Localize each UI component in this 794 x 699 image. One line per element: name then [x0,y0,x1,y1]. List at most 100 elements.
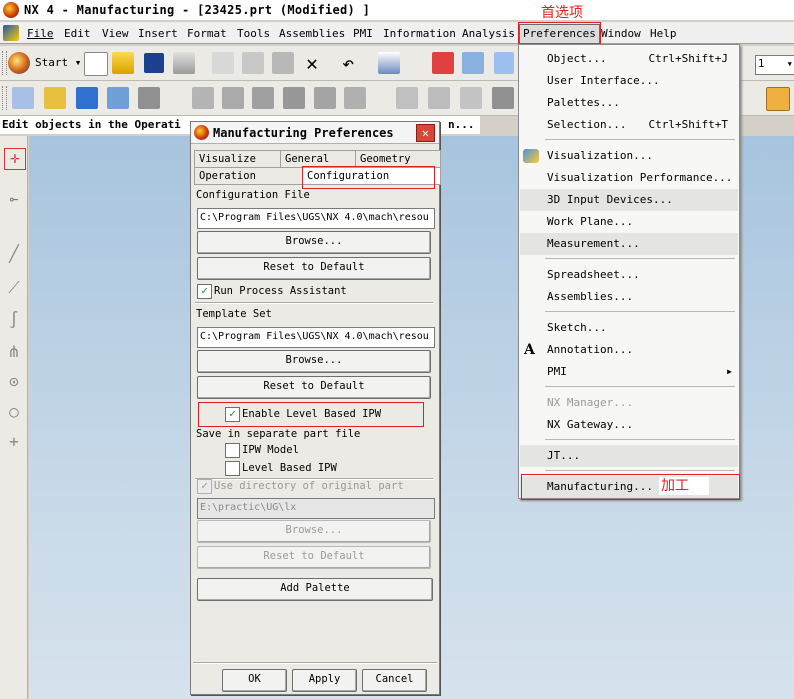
menu-item-measurement[interactable]: Measurement... [520,233,738,255]
menu-information[interactable]: Information [380,26,459,42]
menu-file[interactable]: File [24,26,57,42]
cut-icon[interactable] [212,52,234,74]
postprocess-icon[interactable] [396,87,418,109]
menu-item-sketch[interactable]: Sketch... [520,317,738,339]
create-method-icon[interactable] [107,87,129,109]
menu-insert[interactable]: Insert [135,26,181,42]
operation-navigator-icon[interactable] [766,87,790,111]
list-path-icon[interactable] [252,87,274,109]
reset-directory-button[interactable]: Reset to Default [197,546,431,569]
material-icon[interactable] [492,87,514,109]
menu-item-visualization-performance[interactable]: Visualization Performance... [520,167,738,189]
menu-item-nx-gateway[interactable]: NX Gateway... [520,414,738,436]
menu-item-annotation[interactable]: Annotation... [520,339,738,361]
directory-input[interactable]: E:\practic\UG\lx [197,498,435,519]
menu-item-object[interactable]: Object... Ctrl+Shift+J [520,48,738,70]
print-icon[interactable] [173,52,195,74]
menu-format[interactable]: Format [184,26,230,42]
apply-button[interactable]: Apply [292,669,357,692]
menu-item-selection[interactable]: Selection... Ctrl+Shift+T [520,114,738,136]
menu-divider [545,258,735,259]
toolbar-grip[interactable] [2,51,7,75]
menu-view[interactable]: View [99,26,132,42]
point-icon[interactable]: + [4,432,24,452]
fit-view-icon[interactable] [432,52,454,74]
replay-path-icon[interactable] [222,87,244,109]
transform-icon[interactable] [344,87,366,109]
generate-path-icon[interactable] [192,87,214,109]
toolbar-grip[interactable] [2,86,7,110]
line-icon[interactable]: ╱ [4,244,24,264]
ipw-model-checkbox[interactable] [225,443,240,458]
delete-path-icon[interactable] [314,87,336,109]
save-icon[interactable] [144,53,164,73]
browse-config-button[interactable]: Browse... [197,231,431,254]
menu-help[interactable]: Help [647,26,680,42]
use-directory-label: Use directory of original part [214,480,404,492]
search-icon[interactable] [494,52,514,74]
new-file-icon[interactable] [84,52,108,76]
menu-item-3d-input-devices[interactable]: 3D Input Devices... [520,189,738,211]
create-operation-icon[interactable] [138,87,160,109]
ok-button[interactable]: OK [222,669,287,692]
configuration-file-input[interactable]: C:\Program Files\UGS\NX 4.0\mach\resou [197,208,435,229]
menu-item-spreadsheet[interactable]: Spreadsheet... [520,264,738,286]
create-program-icon[interactable] [12,87,34,109]
add-palette-button[interactable]: Add Palette [197,578,433,601]
selection-filter-icon[interactable] [378,52,400,74]
undo-icon[interactable]: ↶ [342,52,354,74]
tab-operation[interactable]: Operation [194,167,308,185]
arc-icon[interactable]: ⋔ [4,342,24,362]
start-button[interactable]: Start ▾ [35,56,81,70]
paste-icon[interactable] [272,52,294,74]
copy-icon[interactable] [242,52,264,74]
menu-edit[interactable]: Edit [61,26,94,42]
curve-tool-icon[interactable]: ⟜ [4,192,24,212]
menu-assemblies[interactable]: Assemblies [276,26,348,42]
browse-directory-button[interactable]: Browse... [197,520,431,543]
app-menu-icon[interactable] [3,25,19,41]
use-directory-checkbox[interactable]: ✓ [197,479,212,494]
browse-template-button[interactable]: Browse... [197,350,431,373]
divider [195,302,433,304]
menu-item-assemblies[interactable]: Assemblies... [520,286,738,308]
level-based-ipw-checkbox[interactable] [225,461,240,476]
reset-template-button[interactable]: Reset to Default [197,376,431,399]
circle-icon[interactable]: ○ [4,402,24,422]
delete-icon[interactable]: ✕ [306,52,318,74]
menu-tools[interactable]: Tools [234,26,273,42]
menu-item-jt[interactable]: JT... [520,445,738,467]
create-geometry-icon[interactable] [76,87,98,109]
dialog-title-bar: Manufacturing Preferences [191,122,439,144]
menu-pmi[interactable]: PMI [350,26,376,42]
menu-analysis[interactable]: Analysis [459,26,518,42]
circle-center-icon[interactable]: ⊙ [4,372,24,392]
preferences-annotation: 首选项 [541,5,583,21]
menu-item-nx-manager[interactable]: NX Manager... [520,392,738,414]
tab-visualize[interactable]: Visualize [194,150,286,168]
shop-doc-icon[interactable] [428,87,450,109]
menu-divider [545,311,735,312]
snap-point-icon[interactable]: ✛ [4,148,26,170]
cancel-button[interactable]: Cancel [362,669,427,692]
open-folder-icon[interactable] [112,52,134,74]
menu-item-user-interface[interactable]: User Interface... [520,70,738,92]
create-tool-icon[interactable] [44,87,66,109]
reset-config-button[interactable]: Reset to Default [197,257,431,280]
menu-item-pmi[interactable]: PMI ▶ [520,361,738,383]
template-set-input[interactable]: C:\Program Files\UGS\NX 4.0\mach\resou [197,327,435,348]
close-button[interactable]: ✕ [416,124,435,142]
layer-combo[interactable]: 1 ▾ [755,55,794,75]
menu-item-visualization[interactable]: Visualization... [520,145,738,167]
menu-item-work-plane[interactable]: Work Plane... [520,211,738,233]
verify-path-icon[interactable] [283,87,305,109]
spline-icon[interactable]: ∫ [4,310,24,330]
menu-window[interactable]: Window [598,26,644,42]
run-process-assistant-checkbox[interactable]: ✓ [197,284,212,299]
output-cls-icon[interactable] [460,87,482,109]
zoom-icon[interactable] [462,52,484,74]
line-through-point-icon[interactable]: ⟋ [4,278,24,298]
menu-item-palettes[interactable]: Palettes... [520,92,738,114]
dialog-app-icon [194,125,209,140]
level-based-ipw-label: Level Based IPW [242,462,337,474]
